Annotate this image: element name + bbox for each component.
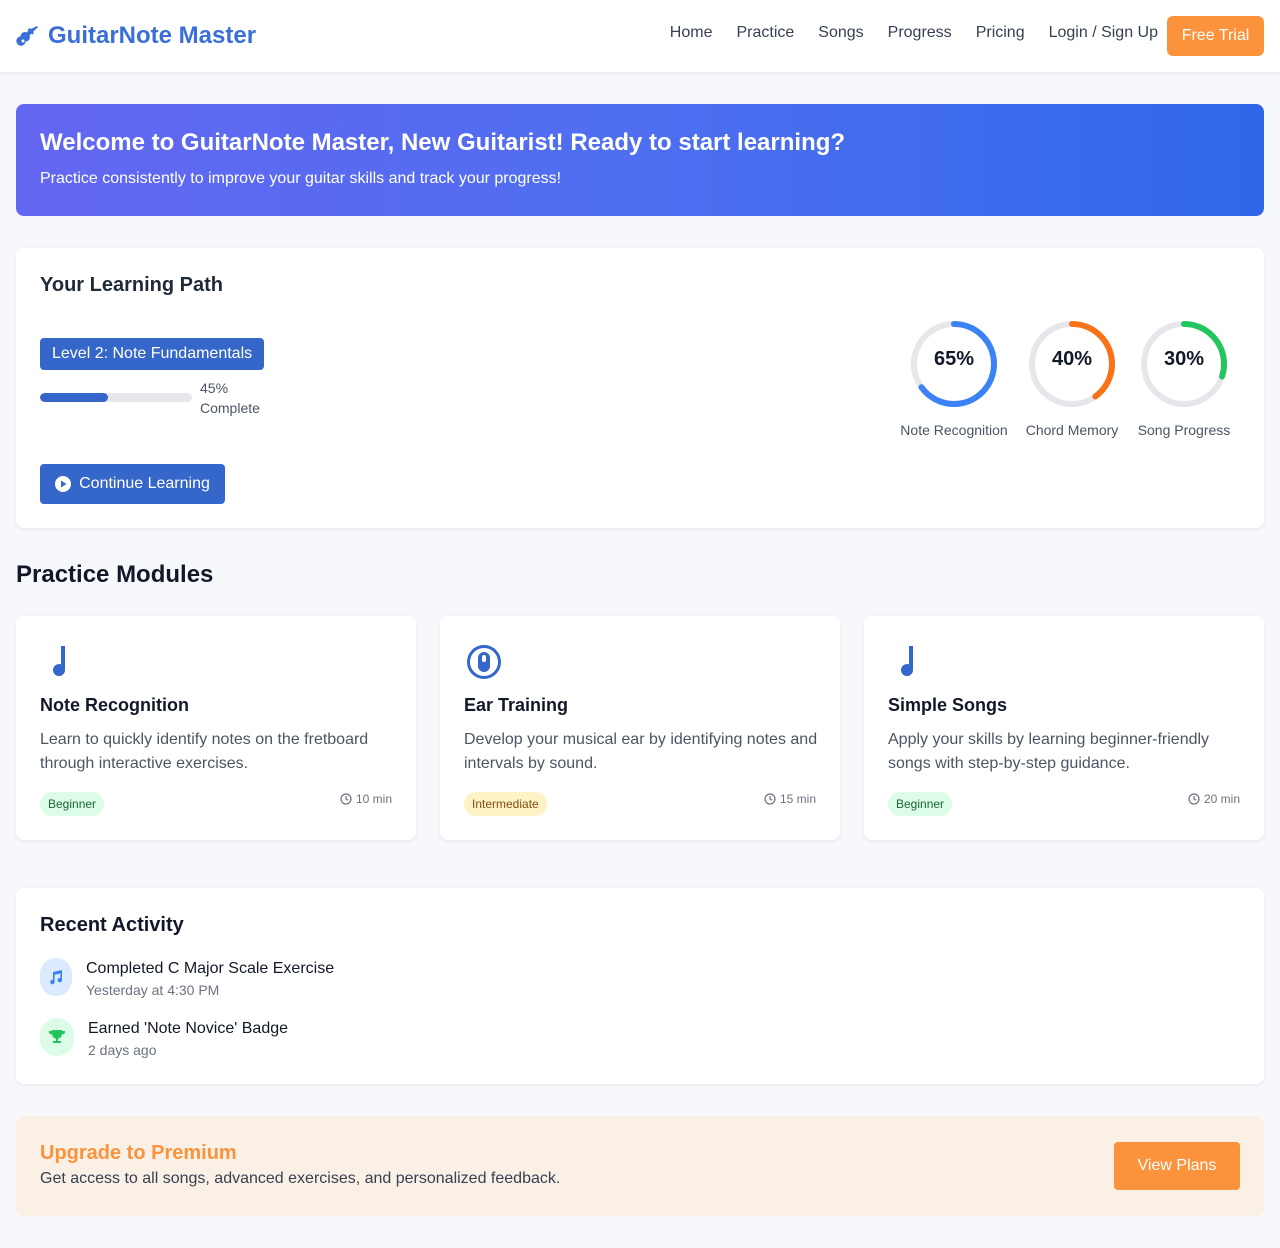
free-trial-button[interactable]: Free Trial (1167, 16, 1264, 56)
welcome-title: Welcome to GuitarNote Master, New Guitar… (40, 129, 846, 156)
clock-icon (764, 793, 776, 805)
module-duration: 15 min (764, 792, 816, 806)
clock-icon (1188, 793, 1200, 805)
module-duration: 10 min (340, 792, 392, 806)
continue-learning-label: Continue Learning (79, 475, 210, 492)
level-progress-label: 45% Complete (200, 380, 260, 416)
ring-value: 65% (933, 348, 975, 370)
view-plans-button[interactable]: View Plans (1114, 1142, 1240, 1190)
recent-activity-title: Recent Activity (40, 914, 184, 936)
trophy-icon (40, 1018, 74, 1056)
duration-text: 10 min (355, 792, 392, 806)
learning-path-title: Your Learning Path (40, 274, 223, 296)
header: GuitarNote Master Home Practice Songs Pr… (0, 0, 1280, 72)
module-title: Note Recognition (40, 695, 189, 715)
main-nav: Home Practice Songs Progress Pricing Log… (670, 24, 1158, 42)
module-duration: 20 min (1188, 792, 1240, 806)
music-note-icon (53, 646, 66, 677)
nav-home[interactable]: Home (670, 24, 713, 42)
nav-songs[interactable]: Songs (818, 24, 863, 42)
clock-icon (340, 793, 352, 805)
activity-item[interactable]: Completed C Major Scale Exercise Yesterd… (40, 958, 334, 998)
nav-progress[interactable]: Progress (888, 24, 952, 42)
premium-title: Upgrade to Premium (40, 1142, 237, 1164)
activity-title: Earned 'Note Novice' Badge (88, 1020, 289, 1037)
nav-pricing[interactable]: Pricing (976, 24, 1025, 42)
guitar-icon (16, 26, 38, 46)
ring-label: Song Progress (1137, 422, 1231, 438)
continue-learning-button[interactable]: Continue Learning (40, 464, 225, 504)
module-card-note-recognition[interactable]: Note Recognition Learn to quickly identi… (16, 616, 416, 840)
duration-text: 15 min (779, 792, 816, 806)
module-title: Ear Training (464, 695, 569, 715)
music-note-icon (901, 646, 914, 677)
module-description: Apply your skills by learning beginner-f… (888, 731, 1210, 772)
module-description: Learn to quickly identify notes on the f… (40, 731, 369, 772)
premium-text: Get access to all songs, advanced exerci… (40, 1170, 561, 1187)
ring-label: Chord Memory (1025, 422, 1119, 438)
welcome-banner: Welcome to GuitarNote Master, New Guitar… (16, 104, 1264, 216)
ring-value: 30% (1163, 348, 1205, 370)
level-badge: Beginner (40, 792, 105, 816)
nav-login[interactable]: Login / Sign Up (1049, 24, 1158, 42)
logo-text: GuitarNote Master (48, 22, 257, 49)
practice-modules-title: Practice Modules (16, 561, 214, 588)
ear-icon (467, 645, 501, 679)
welcome-subtitle: Practice consistently to improve your gu… (40, 170, 562, 187)
recent-activity-card: Recent Activity Completed C Major Scale … (16, 888, 1264, 1084)
premium-banner: Upgrade to Premium Get access to all son… (16, 1116, 1264, 1216)
module-card-simple-songs[interactable]: Simple Songs Apply your skills by learni… (864, 616, 1264, 840)
ring-label: Note Recognition (900, 422, 1008, 438)
activity-item[interactable]: Earned 'Note Novice' Badge 2 days ago (40, 1018, 288, 1058)
music-icon (40, 958, 72, 996)
activity-title: Completed C Major Scale Exercise (86, 960, 335, 977)
module-title: Simple Songs (888, 695, 1008, 715)
ring-chord-memory: 40% Chord Memory (1024, 320, 1120, 438)
level-badge: Beginner (888, 792, 953, 816)
activity-time: 2 days ago (88, 1042, 157, 1058)
nav-practice[interactable]: Practice (736, 24, 794, 42)
duration-text: 20 min (1203, 792, 1240, 806)
level-badge: Level 2: Note Fundamentals (40, 338, 265, 370)
level-badge: Intermediate (464, 792, 547, 816)
module-card-ear-training[interactable]: Ear Training Develop your musical ear by… (440, 616, 840, 840)
ring-song-progress: 30% Song Progress (1136, 320, 1232, 438)
play-circle-icon (55, 476, 72, 492)
level-progress-fill (40, 393, 109, 402)
module-description: Develop your musical ear by identifying … (464, 731, 818, 772)
activity-time: Yesterday at 4:30 PM (86, 982, 220, 998)
logo[interactable]: GuitarNote Master (16, 20, 256, 52)
level-progress-bar (40, 393, 192, 402)
ring-value: 40% (1051, 348, 1093, 370)
learning-path-card: Your Learning Path Level 2: Note Fundame… (16, 248, 1264, 528)
ring-note-recognition: 65% Note Recognition (900, 320, 1008, 438)
